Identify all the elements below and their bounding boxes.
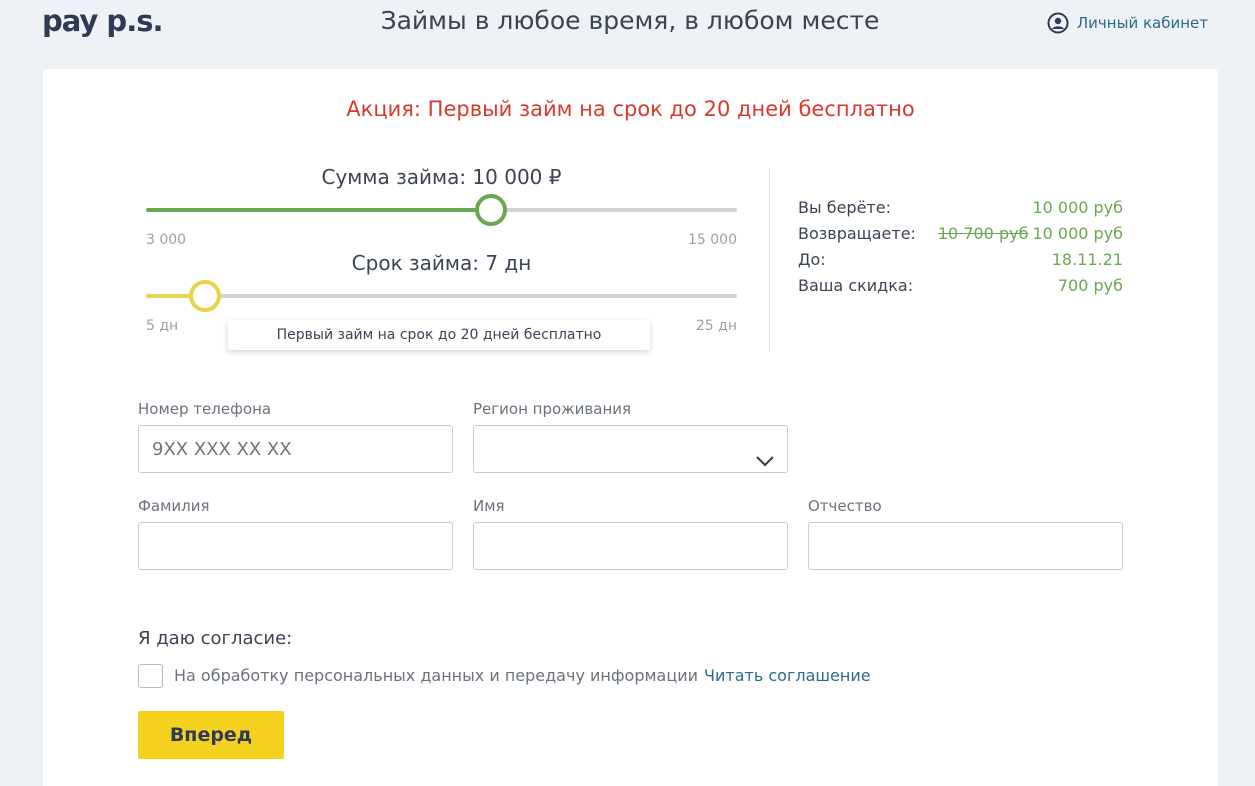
summary-take-label: Вы берёте: (798, 198, 891, 217)
surname-input[interactable] (138, 522, 453, 570)
summary-discount-value: 700 руб (1057, 276, 1123, 295)
amount-slider-fill (146, 208, 491, 212)
consent-text: На обработку персональных данных и перед… (174, 666, 699, 685)
amount-max-label: 15 000 (688, 232, 737, 248)
patronymic-label: Отчество (808, 497, 882, 515)
personal-cabinet-label: Личный кабинет (1076, 14, 1208, 32)
amount-min-label: 3 000 (146, 232, 187, 248)
surname-label: Фамилия (138, 497, 210, 515)
summary-return-old: 10 700 руб (937, 224, 1029, 243)
vertical-divider (769, 168, 770, 352)
consent-title: Я даю согласие: (138, 628, 293, 649)
consent-checkbox[interactable] (138, 664, 163, 688)
summary-discount-row: Ваша скидка: 700 руб (798, 275, 1123, 301)
phone-label: Номер телефона (138, 400, 272, 418)
summary-take-row: Вы берёте: 10 000 руб (798, 197, 1123, 223)
summary-return-row: Возвращаете: 10 700 руб 10 000 руб (798, 223, 1123, 249)
phone-input[interactable] (138, 425, 453, 473)
name-input[interactable] (473, 522, 788, 570)
loan-summary: Вы берёте: 10 000 руб Возвращаете: 10 70… (798, 197, 1123, 301)
patronymic-input[interactable] (808, 522, 1123, 570)
summary-take-value: 10 000 руб (1032, 198, 1123, 217)
summary-until-label: До: (798, 250, 826, 269)
term-tooltip: Первый займ на срок до 20 дней бесплатно (228, 320, 650, 350)
summary-until-value: 18.11.21 (1051, 250, 1123, 269)
amount-slider-thumb[interactable] (474, 194, 507, 226)
term-min-label: 5 дн (146, 318, 179, 334)
loan-card: Акция: Первый займ на срок до 20 дней бе… (43, 69, 1218, 786)
submit-button[interactable]: Вперед (138, 711, 284, 759)
term-slider-title: Срок займа: 7 дн (351, 251, 532, 275)
promo-banner: Акция: Первый займ на срок до 20 дней бе… (346, 97, 915, 121)
consent-text-line: На обработку персональных данных и перед… (174, 666, 871, 685)
summary-return-values: 10 700 руб 10 000 руб (938, 223, 1123, 249)
amount-slider-track[interactable] (146, 194, 737, 226)
region-select[interactable] (473, 425, 788, 473)
summary-return-label: Возвращаете: (798, 224, 916, 243)
term-slider-thumb[interactable] (189, 280, 222, 312)
personal-cabinet-link[interactable]: Личный кабинет (1047, 12, 1208, 34)
term-max-label: 25 дн (695, 318, 737, 334)
region-label: Регион проживания (473, 400, 632, 418)
user-icon (1047, 12, 1069, 34)
amount-slider-title: Сумма займа: 10 000 ₽ (321, 165, 562, 189)
read-agreement-link[interactable]: Читать соглашение (704, 666, 871, 685)
summary-return-value: 10 000 руб (1032, 224, 1123, 243)
summary-discount-label: Ваша скидка: (798, 276, 914, 295)
name-label: Имя (473, 497, 505, 515)
term-slider-track[interactable] (146, 280, 737, 312)
header: pay p.s. Займы в любое время, в любом ме… (0, 0, 1255, 60)
summary-until-row: До: 18.11.21 (798, 249, 1123, 275)
chevron-down-icon (755, 440, 775, 486)
